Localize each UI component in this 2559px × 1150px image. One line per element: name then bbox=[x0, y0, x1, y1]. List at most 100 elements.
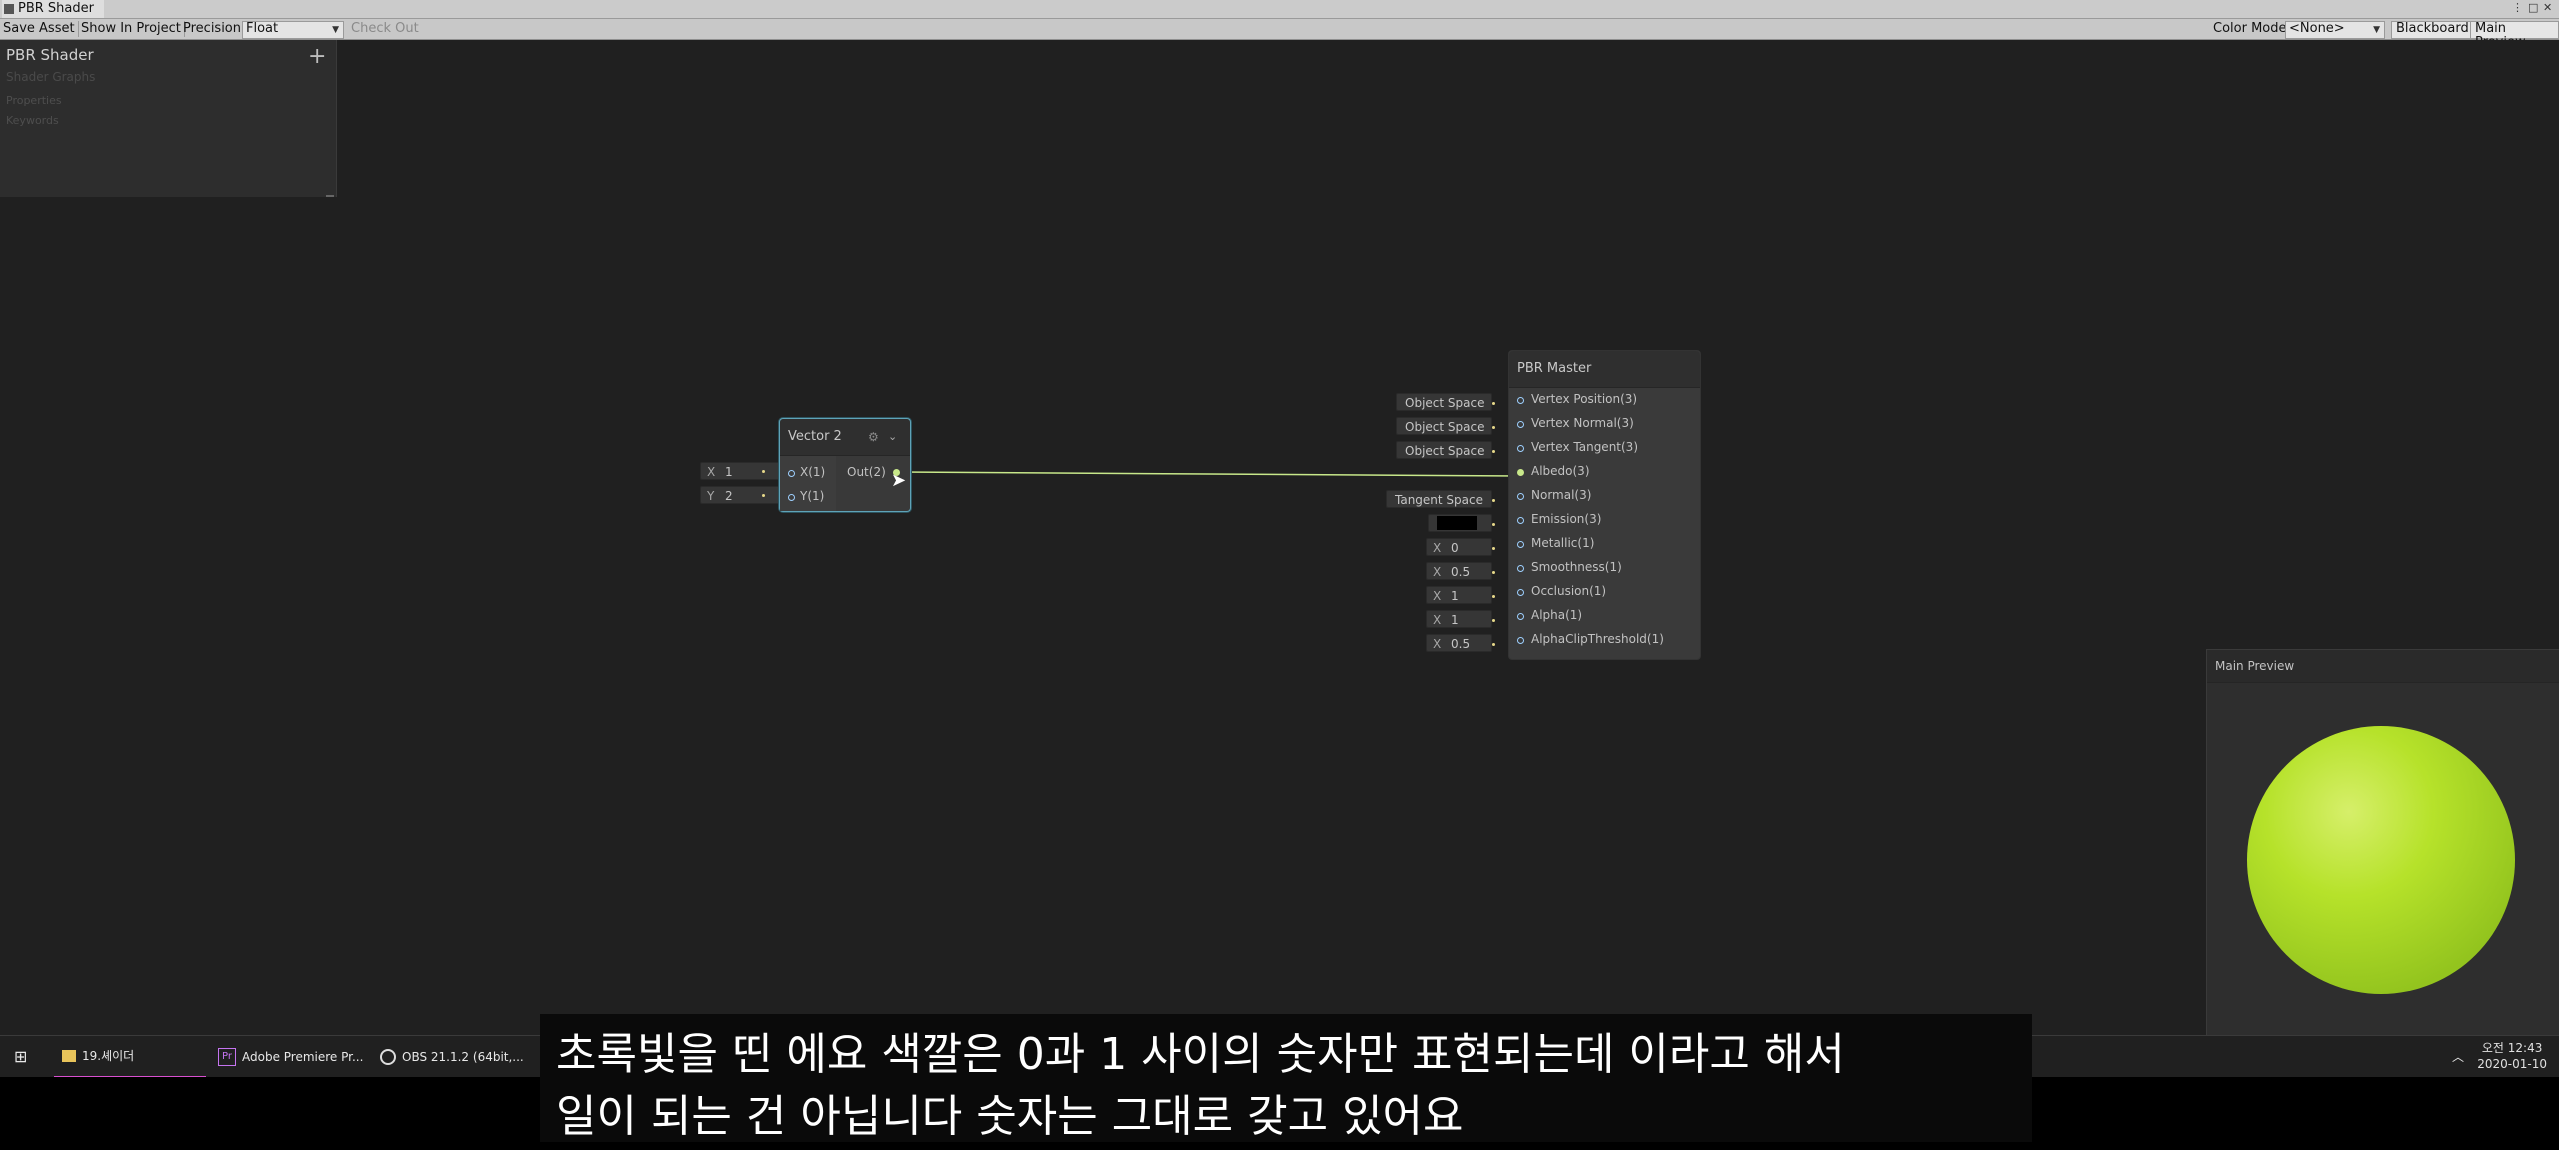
x-input-field[interactable]: X 1 bbox=[700, 462, 780, 480]
taskbar-item-obs-label: OBS 21.1.2 (64bit,... bbox=[402, 1050, 524, 1064]
maximize-icon[interactable]: □ bbox=[2528, 1, 2538, 14]
input-connector-dot bbox=[1492, 426, 1495, 429]
alpha-clip-value: 0.5 bbox=[1451, 637, 1471, 651]
vertex-position-space-value: Object Space bbox=[1405, 396, 1485, 410]
vector2-node[interactable]: Vector 2 ⚙ ⌄ X(1) Y(1) Out(2) bbox=[779, 418, 911, 512]
vertex-tangent-space-dropdown[interactable]: Object Space bbox=[1396, 441, 1492, 459]
tray-chevron-up-icon[interactable]: ︿ bbox=[2452, 1036, 2464, 1078]
occlusion-field[interactable]: X1 bbox=[1426, 586, 1492, 604]
blackboard-title: PBR Shader bbox=[6, 46, 94, 64]
taskbar-item-premiere[interactable]: Pr Adobe Premiere Pr... bbox=[218, 1036, 368, 1078]
windows-start-icon[interactable]: ⊞ bbox=[14, 1036, 27, 1078]
pbr-master-header[interactable]: PBR Master bbox=[1509, 351, 1700, 388]
cursor-icon: ➤ bbox=[891, 470, 907, 491]
input-connector-dot bbox=[1492, 402, 1495, 405]
obs-icon bbox=[380, 1049, 396, 1065]
pbr-master-title: PBR Master bbox=[1517, 361, 1592, 376]
taskbar-item-premiere-label: Adobe Premiere Pr... bbox=[242, 1050, 364, 1064]
normal-port-dot[interactable] bbox=[1517, 493, 1524, 500]
save-asset-button[interactable]: Save Asset bbox=[0, 21, 79, 37]
alpha-clip-threshold-port-dot[interactable] bbox=[1517, 637, 1524, 644]
vertex-position-port: Vertex Position(3) bbox=[1531, 392, 1638, 406]
alpha-clip-threshold-field[interactable]: X 0.5 bbox=[1426, 634, 1492, 652]
chevron-down-icon: ▼ bbox=[2373, 25, 2380, 35]
smoothness-port-dot[interactable] bbox=[1517, 565, 1524, 572]
input-connector-dot bbox=[762, 470, 765, 473]
close-icon[interactable]: ✕ bbox=[2543, 1, 2552, 14]
metallic-field[interactable]: X0 bbox=[1426, 538, 1492, 556]
y-port-label: Y(1) bbox=[800, 489, 825, 503]
edge-layer bbox=[897, 471, 1521, 477]
clock-date: 2020-01-10 bbox=[2477, 1057, 2547, 1071]
vector2-node-title: Vector 2 bbox=[788, 429, 842, 444]
system-clock[interactable]: 오전 12:43 2020-01-10 bbox=[2477, 1040, 2547, 1072]
window-title: PBR Shader bbox=[18, 1, 94, 16]
occlusion-port-dot[interactable] bbox=[1517, 589, 1524, 596]
normal-space-dropdown[interactable]: Tangent Space bbox=[1386, 490, 1492, 508]
precision-value: Float bbox=[246, 21, 279, 36]
occlusion-value: 1 bbox=[1451, 589, 1459, 603]
precision-dropdown[interactable]: Float ▼ bbox=[242, 21, 344, 39]
clock-time: 오전 12:43 bbox=[2481, 1041, 2543, 1055]
vertex-position-port-dot[interactable] bbox=[1517, 397, 1524, 404]
albedo-port-dot[interactable] bbox=[1517, 469, 1524, 476]
window-tab[interactable]: PBR Shader bbox=[2, 0, 104, 18]
y-input-field[interactable]: Y 2 bbox=[700, 486, 780, 504]
x-value: 1 bbox=[725, 465, 733, 479]
folder-icon bbox=[62, 1050, 76, 1062]
menu-icon[interactable]: ⋮ bbox=[2512, 1, 2523, 14]
alpha-field[interactable]: X1 bbox=[1426, 610, 1492, 628]
vertex-position-space-dropdown[interactable]: Object Space bbox=[1396, 393, 1492, 411]
vertex-normal-space-dropdown[interactable]: Object Space bbox=[1396, 417, 1492, 435]
metallic-port-dot[interactable] bbox=[1517, 541, 1524, 548]
vertex-tangent-port-dot[interactable] bbox=[1517, 445, 1524, 452]
precision-label: Precision bbox=[183, 21, 242, 36]
alpha-axis-label: X bbox=[1433, 613, 1442, 627]
main-preview-toggle[interactable]: Main Preview bbox=[2470, 21, 2559, 50]
out-port-label: Out(2) bbox=[847, 465, 886, 479]
vertex-normal-port-dot[interactable] bbox=[1517, 421, 1524, 428]
taskbar-item-folder[interactable]: 19.셰이더 bbox=[54, 1036, 206, 1078]
input-connector-dot bbox=[1492, 619, 1495, 622]
color-mode-dropdown[interactable]: <None> ▼ bbox=[2285, 21, 2385, 39]
smoothness-field[interactable]: X 0.5 bbox=[1426, 562, 1492, 580]
color-mode-label: Color Mode bbox=[2213, 21, 2287, 36]
taskbar-item-obs[interactable]: OBS 21.1.2 (64bit,... bbox=[380, 1036, 530, 1078]
preview-sphere[interactable] bbox=[2245, 724, 2517, 996]
vertex-tangent-port: Vertex Tangent(3) bbox=[1531, 440, 1638, 454]
main-preview-panel[interactable]: Main Preview bbox=[2206, 649, 2559, 1036]
pbr-master-node[interactable]: PBR Master Vertex Position(3) Vertex Nor… bbox=[1508, 350, 1701, 660]
input-connector-dot bbox=[1492, 595, 1495, 598]
smoothness-axis-label: X bbox=[1433, 565, 1442, 579]
y-port-dot[interactable] bbox=[788, 494, 795, 501]
graph-canvas[interactable] bbox=[0, 40, 2559, 1035]
gear-icon[interactable]: ⚙ bbox=[868, 419, 879, 455]
blackboard-panel: PBR Shader Shader Graphs Properties Keyw… bbox=[0, 40, 337, 197]
edge-out-to-albedo[interactable] bbox=[897, 471, 1521, 477]
show-in-project-button[interactable]: Show In Project bbox=[78, 21, 185, 37]
properties-section[interactable]: Properties bbox=[6, 94, 62, 107]
blackboard-toggle[interactable]: Blackboard bbox=[2391, 21, 2474, 39]
blackboard-subtitle: Shader Graphs bbox=[6, 70, 96, 84]
resize-handle[interactable] bbox=[326, 195, 334, 197]
emission-color-field[interactable] bbox=[1428, 514, 1492, 532]
alpha-port-dot[interactable] bbox=[1517, 613, 1524, 620]
metallic-port: Metallic(1) bbox=[1531, 536, 1595, 550]
y-value: 2 bbox=[725, 489, 733, 503]
input-connector-dot bbox=[762, 494, 765, 497]
metallic-axis-label: X bbox=[1433, 541, 1442, 555]
emission-port-dot[interactable] bbox=[1517, 517, 1524, 524]
alpha-clip-threshold-port: AlphaClipThreshold(1) bbox=[1531, 632, 1664, 646]
vertex-normal-port: Vertex Normal(3) bbox=[1531, 416, 1634, 430]
keywords-section[interactable]: Keywords bbox=[6, 114, 59, 127]
emission-color-swatch bbox=[1437, 516, 1477, 530]
alpha-port: Alpha(1) bbox=[1531, 608, 1583, 622]
check-out-button[interactable]: Check Out bbox=[348, 21, 422, 37]
chevron-down-icon[interactable]: ⌄ bbox=[888, 419, 897, 455]
chevron-down-icon: ▼ bbox=[332, 25, 339, 35]
vertex-tangent-space-value: Object Space bbox=[1405, 444, 1485, 458]
add-property-icon[interactable]: + bbox=[308, 46, 326, 68]
x-port-label: X(1) bbox=[800, 465, 826, 479]
vector2-node-header[interactable]: Vector 2 ⚙ ⌄ bbox=[780, 419, 910, 456]
x-port-dot[interactable] bbox=[788, 470, 795, 477]
